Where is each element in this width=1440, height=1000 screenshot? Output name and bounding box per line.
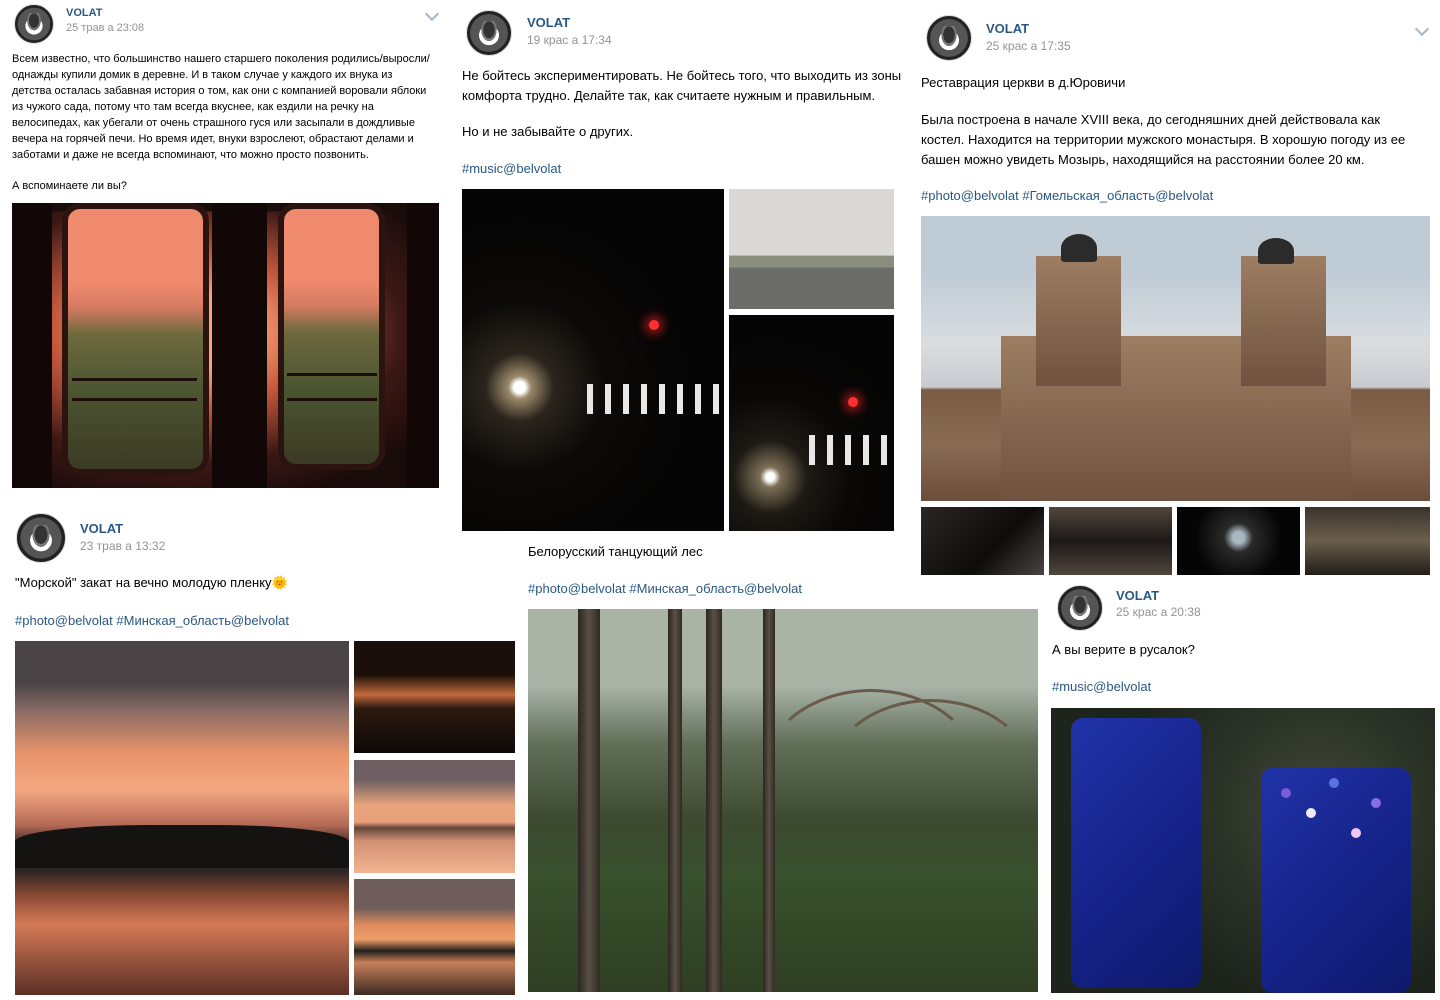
post-date[interactable]: 25 крас а 17:35 [986,39,1071,53]
window-bar [287,373,377,376]
flower [1329,778,1339,788]
avatar[interactable] [1057,585,1103,631]
window-bar [287,398,377,401]
window-divider [212,203,267,488]
window-bar [72,398,197,401]
post-photo-main[interactable] [15,641,349,995]
post-photo-2[interactable] [354,641,515,753]
post-photo-main[interactable] [528,609,1038,992]
avatar[interactable] [14,4,54,44]
post-photo[interactable] [12,203,439,488]
church-dome [1061,234,1097,262]
post-date[interactable]: 23 трав а 13:32 [80,539,165,553]
post-text: Не бойтесь экспериментировать. Не бойтес… [462,68,902,103]
post-text: А вы верите в русалок? [1052,642,1195,657]
hashtags[interactable]: #photo@belvolat #Минская_область@belvola… [528,579,802,599]
tree-trunk [668,609,682,992]
avatar[interactable] [466,10,512,56]
flower [1351,828,1361,838]
hashtags[interactable]: #music@belvolat [462,159,561,179]
post-photo-main[interactable] [921,216,1430,501]
post-text-2: Но и не забывайте о других. [462,124,634,139]
post-photo-3[interactable] [729,315,894,531]
tree-trunk [578,609,600,992]
church-tower-left [1036,256,1121,386]
avatar[interactable] [16,513,66,563]
post-4: VOLAT 23 трав а 13:32 "Морской" закат на… [0,505,525,1000]
hashtags[interactable]: #photo@belvolat #Минская_область@belvola… [15,611,289,631]
post-title: Реставрация церкви в д.Юровичи [921,75,1126,90]
flower [1281,788,1291,798]
post-photo-4[interactable] [1177,507,1300,575]
post-6: VOLAT 25 крас а 20:38 А вы верите в руса… [1045,580,1440,1000]
post-3: VOLAT 25 крас а 17:35 Реставрация церкви… [910,0,1440,580]
post-question: А вспоминаете ли вы? [12,180,127,192]
flower [1306,808,1316,818]
post-photo-3[interactable] [1049,507,1172,575]
post-5: Белорусский танцующий лес #photo@belvola… [525,535,1045,1000]
blue-sleeve [1071,718,1201,988]
post-2: VOLAT 19 крас а 17:34 Не бойтесь экспери… [450,0,910,540]
author-name[interactable]: VOLAT [1116,588,1159,603]
hashtags[interactable]: #photo@belvolat #Гомельская_область@belv… [921,186,1213,206]
traffic-light [848,397,858,407]
post-photo-4[interactable] [354,879,515,995]
post-photo-main[interactable] [1051,708,1435,993]
author-name[interactable]: VOLAT [986,21,1029,36]
author-name[interactable]: VOLAT [66,7,102,19]
window-frame [407,203,439,488]
traffic-light [649,320,659,330]
post-photo-main[interactable] [462,189,724,531]
tree-trunk [706,609,722,992]
church-dome [1258,238,1294,264]
church-tower-right [1241,256,1326,386]
chevron-down-icon[interactable] [1415,23,1429,37]
road-posts [587,384,722,414]
post-text: Была построена в начале XVIII века, до с… [921,112,1406,167]
flower [1371,798,1381,808]
bent-tree [828,699,1034,855]
blue-sleeve [1261,768,1411,993]
post-text: "Морской" закат на вечно молодую пленку🌞 [15,575,288,590]
post-text: Белорусский танцующий лес [528,544,703,559]
road-posts [809,435,889,465]
author-name[interactable]: VOLAT [80,521,123,536]
post-photo-3[interactable] [354,760,515,873]
post-photo-5[interactable] [1305,507,1430,575]
chevron-down-icon[interactable] [425,8,439,22]
post-date[interactable]: 25 трав а 23:08 [66,22,144,34]
hashtags[interactable]: #music@belvolat [1052,677,1151,697]
window-bar [72,378,197,381]
author-name[interactable]: VOLAT [527,15,570,30]
window-frame [12,203,52,488]
post-date[interactable]: 25 крас а 20:38 [1116,605,1201,619]
window-left [62,203,209,475]
window-right [278,203,385,470]
post-date[interactable]: 19 крас а 17:34 [527,33,612,47]
post-photo-2[interactable] [729,189,894,309]
post-1: VOLAT 25 трав а 23:08 Всем известно, что… [0,0,450,500]
tree-line [15,825,349,868]
post-text: Всем известно, что большинство нашего ст… [12,53,430,161]
avatar[interactable] [926,15,972,61]
